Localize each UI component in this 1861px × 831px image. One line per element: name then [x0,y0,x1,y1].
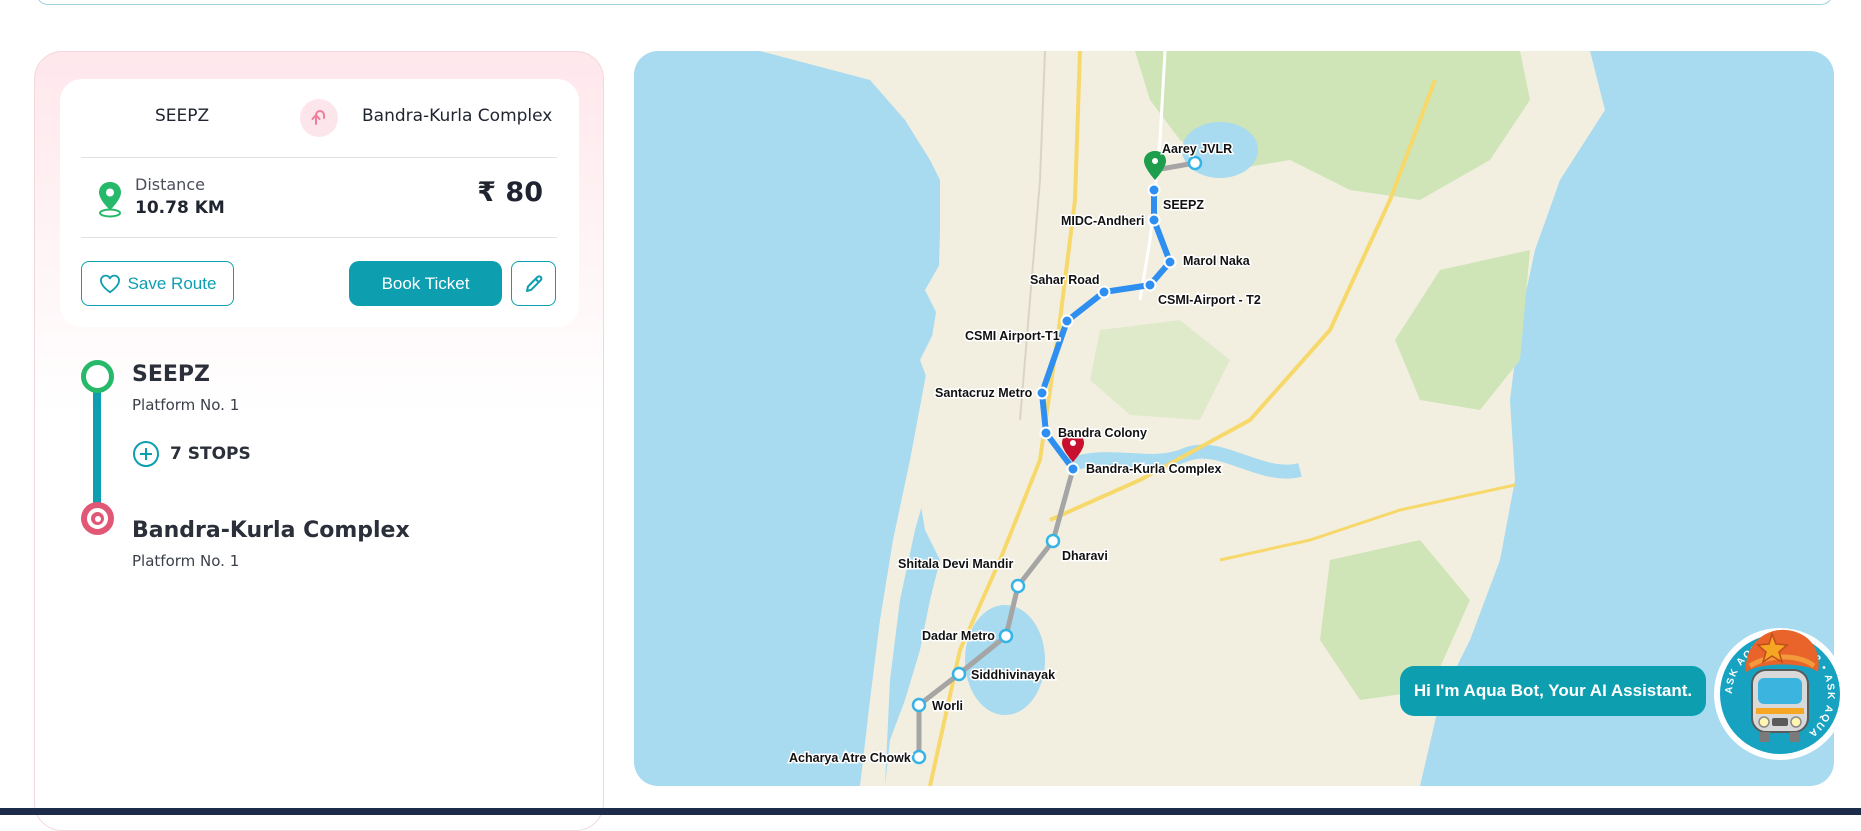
start-station-platform: Platform No. 1 [132,396,240,414]
train-mascot-icon: ASK AQUA • LINE 3 • ASK AQUA [1714,628,1846,760]
station-label-worli: Worli [932,699,963,713]
station-label-santacruz: Santacruz Metro [935,386,1033,400]
plus-circle-icon [133,441,159,467]
station-label-t1: CSMI Airport-T1 [965,329,1060,343]
location-pin-icon [99,182,121,218]
heart-icon [99,274,120,293]
swap-route-button[interactable] [300,99,338,137]
save-route-label: Save Route [127,273,217,293]
divider [81,157,557,158]
timeline-line [93,374,101,516]
end-station-name: Bandra-Kurla Complex [132,518,410,543]
top-search-bar [36,0,1833,5]
station-label-shitala: Shitala Devi Mandir [898,557,1013,571]
origin-station[interactable]: SEEPZ [155,106,209,126]
save-route-button[interactable]: Save Route [81,261,234,306]
station-label-midc: MIDC-Andheri [1061,214,1144,228]
station-label-siddhivinayak: Siddhivinayak [971,668,1055,682]
footer-bar [0,808,1861,815]
book-ticket-button[interactable]: Book Ticket [349,261,502,306]
route-panel: SEEPZ Bandra-Kurla Complex Distance 10.7… [34,51,604,831]
divider [81,237,557,238]
station-label-sahar: Sahar Road [1030,273,1099,287]
station-label-acharya: Acharya Atre Chowk [789,751,911,765]
pencil-icon [525,274,542,292]
aqua-bot-greeting[interactable]: Hi I'm Aqua Bot, Your AI Assistant. [1400,666,1706,716]
station-label-dharavi: Dharavi [1062,549,1108,563]
start-station-marker [81,360,114,393]
start-station-name: SEEPZ [132,362,210,387]
aqua-bot-avatar[interactable]: ASK AQUA • LINE 3 • ASK AQUA [1710,614,1850,766]
station-label-bkc: Bandra-Kurla Complex [1086,462,1221,476]
station-label-dadar: Dadar Metro [922,629,995,643]
route-summary-card: SEEPZ Bandra-Kurla Complex Distance 10.7… [60,79,579,327]
station-label-aarey: Aarey JVLR [1162,142,1232,156]
station-label-seepz: SEEPZ [1163,198,1204,212]
edit-route-button[interactable] [511,261,556,306]
distance-label: Distance [135,175,205,194]
end-station-marker [81,502,114,535]
station-label-marol: Marol Naka [1183,254,1251,268]
fare-amount: ₹ 80 [477,177,543,208]
end-station-platform: Platform No. 1 [132,552,240,570]
stops-count: 7 STOPS [170,444,251,464]
station-label-bandra-colony: Bandra Colony [1058,426,1147,440]
station-label-t2: CSMI-Airport - T2 [1158,293,1261,307]
swap-icon [311,110,325,125]
expand-stops-button[interactable]: 7 STOPS [132,440,251,468]
destination-station[interactable]: Bandra-Kurla Complex [362,106,552,126]
distance-value: 10.78 KM [135,198,225,218]
